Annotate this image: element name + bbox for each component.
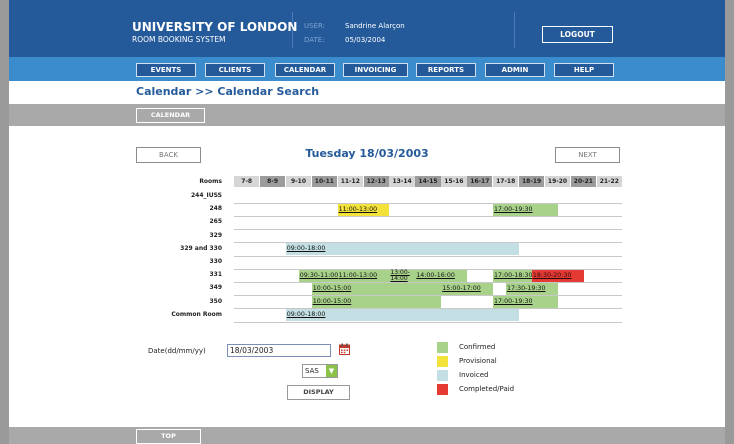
room-label: 331 — [209, 271, 222, 279]
app-subtitle: ROOM BOOKING SYSTEM — [132, 35, 226, 44]
room-label: 329 — [209, 231, 222, 239]
room-label: 330 — [209, 258, 222, 265]
legend-swatch-completed-paid — [437, 384, 448, 395]
legend-label-completed-paid: Completed/Paid — [459, 385, 515, 393]
time-slot-header-cell: 16-17 — [467, 176, 493, 187]
booking-block[interactable]: 09:00-18:00 — [285, 243, 519, 256]
room-label: 265 — [209, 218, 222, 226]
page: UNIVERSITY OF LONDON ROOM BOOKING SYSTEM… — [0, 0, 734, 444]
booking-block[interactable]: 18:30-20:30 — [531, 269, 584, 282]
time-slot-header-cell: 18-19 — [518, 176, 545, 187]
room-row-divider — [234, 321, 622, 323]
date-field-label: Date(dd/mm/yy) — [148, 347, 206, 355]
site-select[interactable]: SAS ▼ — [302, 364, 338, 378]
user-name: Sandrine Alarçon — [345, 22, 405, 30]
room-label: 349 — [209, 284, 222, 292]
calendar-date-heading: Tuesday 18/03/2003 — [305, 147, 429, 160]
room-row-divider — [234, 255, 622, 257]
booking-block[interactable]: 11:00-13:00 — [337, 203, 390, 216]
legend-swatch-invoiced — [437, 370, 448, 381]
room-label: Common Room — [171, 310, 222, 318]
time-slot-header-cell: 11-12 — [337, 176, 363, 187]
date-field[interactable] — [227, 344, 331, 357]
time-slot-header-cell: 17-18 — [493, 176, 519, 187]
time-slot-header-cell: 9-10 — [285, 176, 312, 187]
time-slot-header-cell: 10-11 — [311, 176, 338, 187]
footer-bar — [9, 427, 725, 444]
nav-invoicing[interactable]: INVOICING — [343, 63, 408, 77]
nav-help[interactable]: HELP — [554, 63, 614, 77]
booking-block[interactable]: 14:00-16:00 — [415, 269, 468, 282]
booking-block[interactable]: 09:00-18:00 — [285, 309, 519, 322]
site-select-value: SAS — [305, 367, 319, 375]
logout-button[interactable]: LOGOUT — [542, 26, 613, 43]
top-button[interactable]: TOP — [136, 429, 201, 444]
legend-swatch-confirmed — [437, 342, 448, 353]
room-label: 350 — [209, 297, 222, 305]
nav-calendar[interactable]: CALENDAR — [275, 63, 335, 77]
time-slot-header-cell: 13-14 — [389, 176, 415, 187]
header-divider — [514, 12, 515, 48]
booking-block[interactable]: 17:00-19:30 — [493, 296, 558, 309]
legend-swatch-provisional — [437, 356, 448, 367]
sub-toolbar — [9, 104, 725, 126]
legend-label-provisional: Provisional — [459, 357, 497, 365]
right-border — [725, 0, 734, 444]
room-row-divider — [234, 202, 622, 204]
app-title: UNIVERSITY OF LONDON — [132, 20, 298, 34]
date-label: DATE: — [304, 36, 325, 44]
current-date: 05/03/2004 — [345, 36, 386, 44]
room-label: 248 — [209, 205, 222, 213]
time-slot-header-cell: 7-8 — [234, 176, 260, 187]
nav-clients[interactable]: CLIENTS — [205, 63, 265, 77]
left-border — [0, 0, 9, 444]
booking-block[interactable]: 15:00-17:00 — [441, 282, 493, 295]
chevron-down-icon[interactable]: ▼ — [326, 365, 337, 377]
time-slot-header-cell: 21-22 — [596, 176, 622, 187]
page-title: Calendar >> Calendar Search — [136, 85, 320, 98]
booking-block[interactable]: 17:00-19:30 — [493, 203, 558, 216]
next-button[interactable]: NEXT — [555, 147, 620, 163]
rooms-header: Rooms — [199, 178, 222, 185]
booking-block[interactable]: 17:00-18:30 — [493, 269, 533, 282]
room-label: 244_IUSS — [190, 192, 222, 199]
time-slot-header-cell: 8-9 — [259, 176, 286, 187]
nav-events[interactable]: EVENTS — [136, 63, 196, 77]
nav-admin[interactable]: ADMIN — [485, 63, 545, 77]
nav-reports[interactable]: REPORTS — [416, 63, 476, 77]
calendar-button[interactable]: CALENDAR — [136, 108, 205, 123]
calendar-picker-icon[interactable] — [339, 343, 350, 355]
booking-block[interactable]: 17:30-19:30 — [505, 282, 558, 295]
time-slot-header-cell: 14-15 — [415, 176, 441, 187]
time-slot-header-cell: 15-16 — [441, 176, 467, 187]
display-button[interactable]: DISPLAY — [287, 385, 350, 400]
booking-block[interactable]: 10:00-15:00 — [311, 296, 442, 309]
back-button[interactable]: BACK — [136, 147, 201, 163]
room-label: 329 and 330 — [180, 244, 222, 252]
booking-block[interactable]: 10:00-15:00 — [311, 282, 442, 295]
room-row-divider — [234, 229, 622, 231]
legend-label-invoiced: Invoiced — [459, 371, 489, 379]
room-row-divider — [234, 215, 622, 217]
booking-block[interactable]: 09:30-11:00 — [298, 269, 338, 282]
user-label: USER: — [304, 22, 325, 30]
time-slot-header-cell: 19-20 — [544, 176, 571, 187]
legend-label-confirmed: Confirmed — [459, 343, 496, 351]
booking-block[interactable]: 11:00-13:00 — [337, 269, 390, 282]
time-slot-header-cell: 12-13 — [363, 176, 389, 187]
time-slot-header-cell: 20-21 — [570, 176, 597, 187]
booking-block[interactable]: 13:00- 14:00 — [389, 269, 416, 282]
